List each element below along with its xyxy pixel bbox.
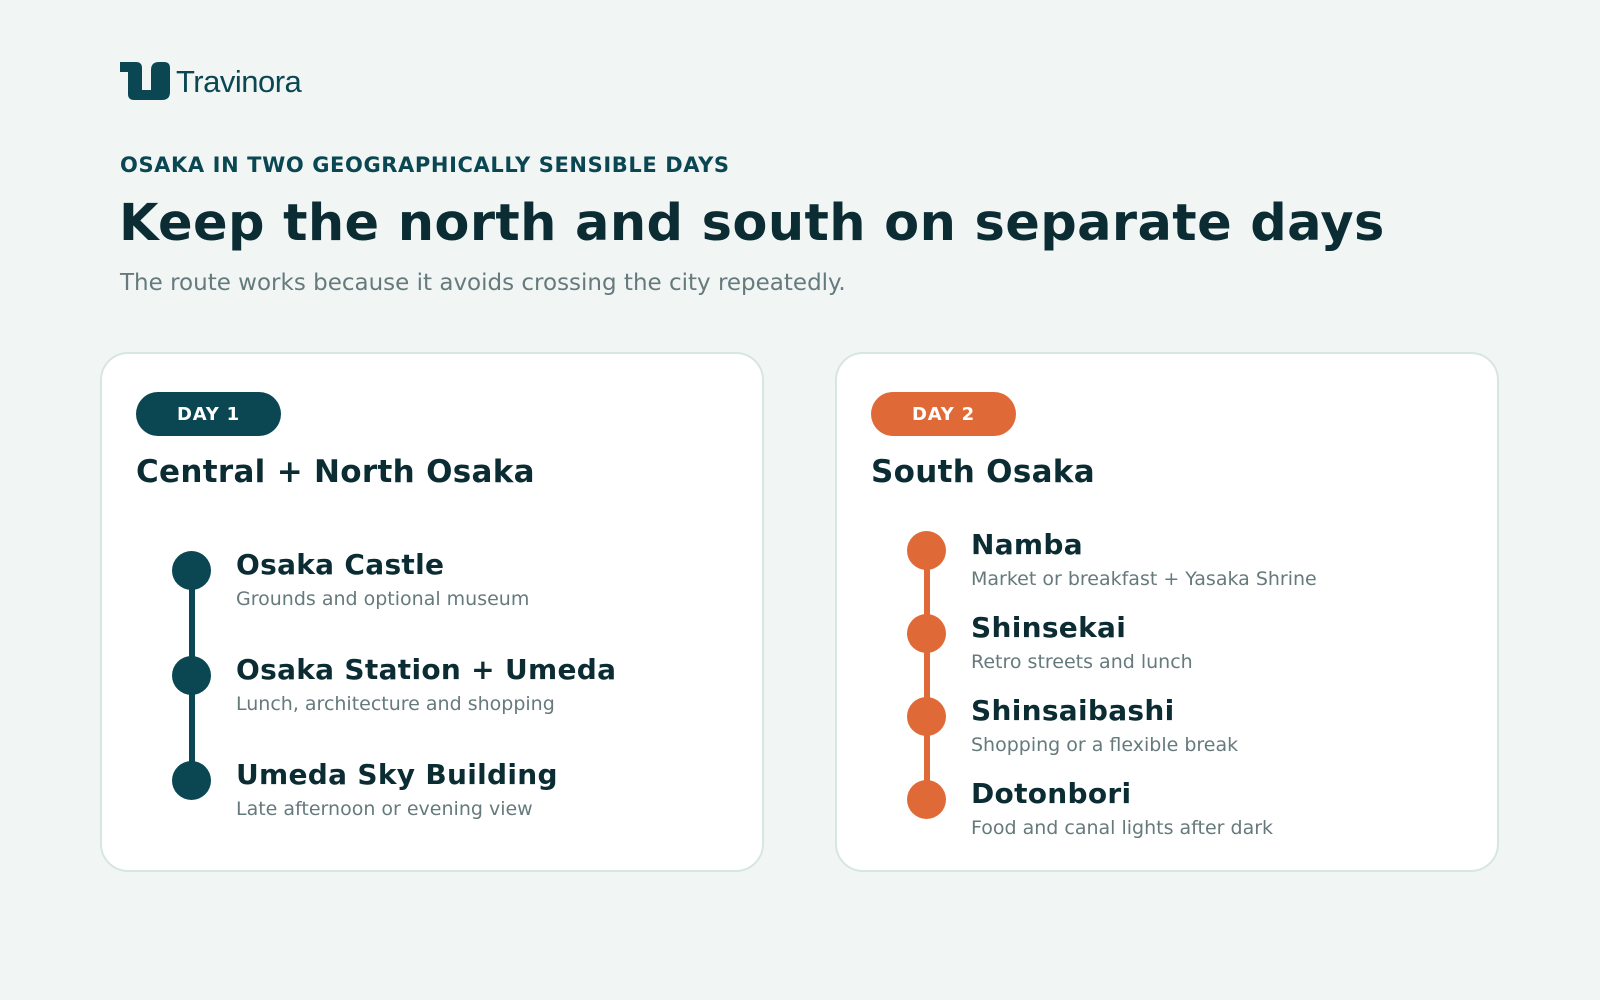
day-2-title: South Osaka xyxy=(871,454,1095,490)
brand-name: Travinora xyxy=(176,63,302,99)
eyebrow-text: OSAKA IN TWO GEOGRAPHICALLY SENSIBLE DAY… xyxy=(120,153,730,177)
stop-name: Osaka Station + Umeda xyxy=(236,653,617,686)
stop-name: Umeda Sky Building xyxy=(236,758,558,791)
page-title: Keep the north and south on separate day… xyxy=(119,194,1385,253)
day-2-stop-3: Shinsaibashi Shopping or a flexible brea… xyxy=(837,685,1477,765)
day-1-title: Central + North Osaka xyxy=(136,454,535,490)
stop-name: Shinsaibashi xyxy=(971,694,1175,727)
stop-description: Food and canal lights after dark xyxy=(971,817,1274,839)
stop-description: Late afternoon or evening view xyxy=(236,798,533,820)
stop-marker xyxy=(907,697,946,736)
stop-marker xyxy=(172,656,211,695)
stop-description: Grounds and optional museum xyxy=(236,588,530,610)
stop-name: Shinsekai xyxy=(971,611,1127,644)
day-1-stop-2: Osaka Station + Umeda Lunch, architectur… xyxy=(102,644,742,724)
day-2-stop-2: Shinsekai Retro streets and lunch xyxy=(837,602,1477,682)
day-1-stop-3: Umeda Sky Building Late afternoon or eve… xyxy=(102,749,742,829)
stop-description: Shopping or a flexible break xyxy=(971,734,1239,756)
day-1-stop-1: Osaka Castle Grounds and optional museum xyxy=(102,539,742,619)
stop-marker xyxy=(907,780,946,819)
day-1-badge: DAY 1 xyxy=(136,392,281,436)
stop-marker xyxy=(172,551,211,590)
stop-description: Lunch, architecture and shopping xyxy=(236,693,555,715)
stop-description: Retro streets and lunch xyxy=(971,651,1193,673)
stop-marker xyxy=(907,531,946,570)
day-1-card: DAY 1 Central + North Osaka Osaka Castle… xyxy=(100,352,764,872)
stop-marker xyxy=(907,614,946,653)
day-2-card: DAY 2 South Osaka Namba Market or breakf… xyxy=(835,352,1499,872)
brand-logo: Travinora xyxy=(120,60,302,100)
day-2-stop-4: Dotonbori Food and canal lights after da… xyxy=(837,768,1477,848)
travinora-logo-icon xyxy=(120,62,170,100)
day-2-badge: DAY 2 xyxy=(871,392,1016,436)
stop-name: Namba xyxy=(971,528,1083,561)
stop-marker xyxy=(172,761,211,800)
stop-name: Osaka Castle xyxy=(236,548,445,581)
stop-description: Market or breakfast + Yasaka Shrine xyxy=(971,568,1317,590)
day-2-stop-1: Namba Market or breakfast + Yasaka Shrin… xyxy=(837,519,1477,599)
page-subtitle: The route works because it avoids crossi… xyxy=(120,270,846,296)
stop-name: Dotonbori xyxy=(971,777,1132,810)
